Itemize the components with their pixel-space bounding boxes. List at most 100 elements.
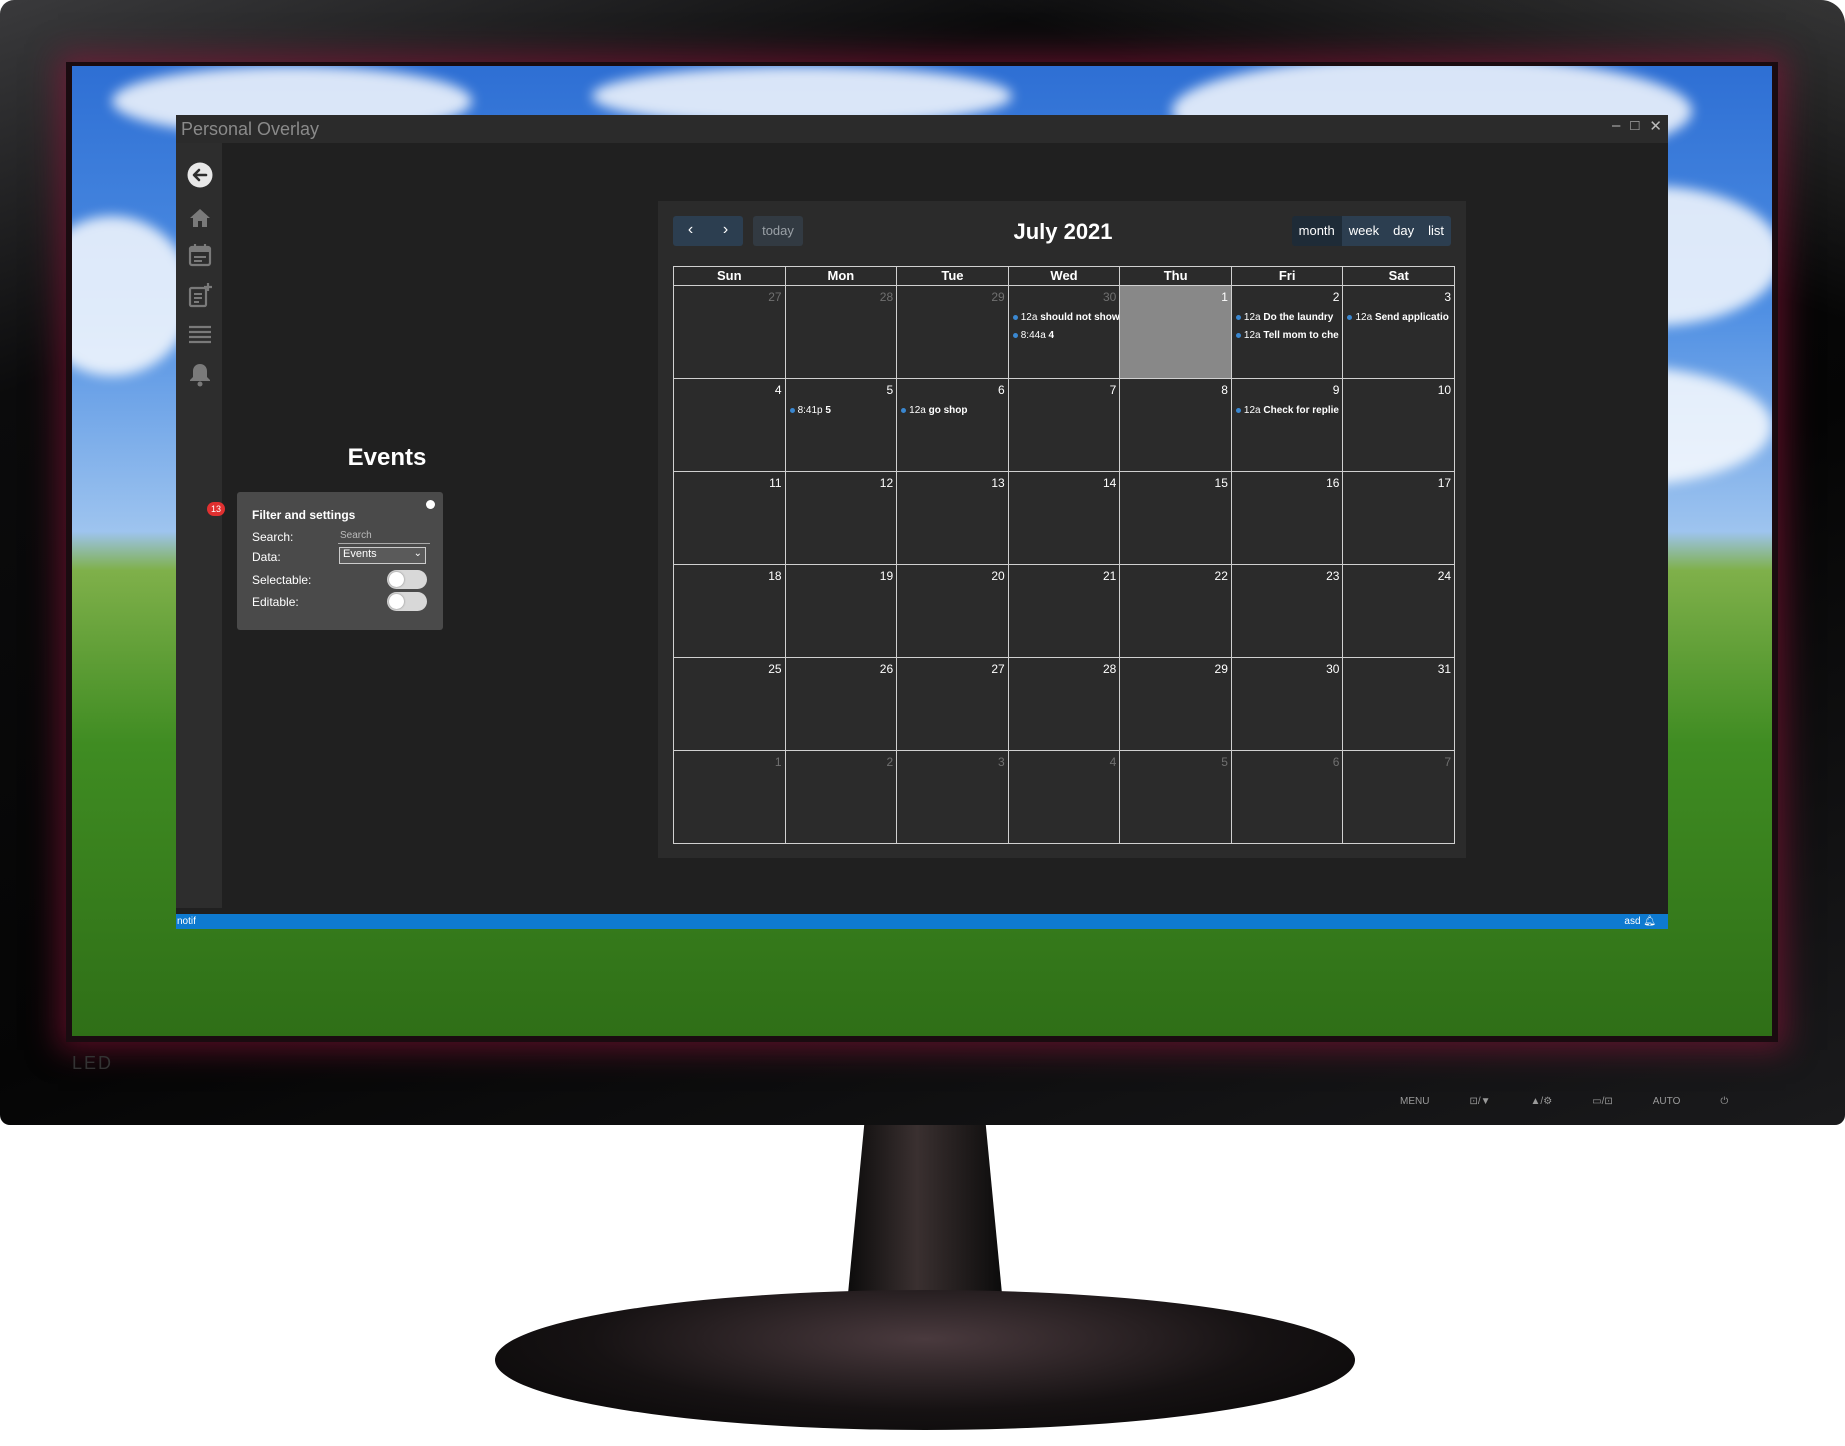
day-cell[interactable]: 27: [897, 658, 1009, 750]
day-number[interactable]: 11: [769, 476, 781, 490]
day-number[interactable]: 9: [1333, 383, 1340, 397]
search-input[interactable]: [338, 528, 430, 544]
back-arrow-icon[interactable]: [187, 162, 213, 188]
prev-month-button[interactable]: ‹: [673, 216, 708, 246]
day-number[interactable]: 17: [1438, 476, 1451, 490]
day-cell[interactable]: 25: [674, 658, 786, 750]
status-notif-text[interactable]: notif: [177, 914, 196, 929]
day-number[interactable]: 12: [880, 476, 893, 490]
day-cell[interactable]: 3 12a Send applicatio: [1343, 286, 1454, 378]
day-cell[interactable]: 31: [1343, 658, 1454, 750]
day-number[interactable]: 19: [880, 569, 893, 583]
day-number[interactable]: 29: [1215, 662, 1228, 676]
day-cell[interactable]: 10: [1343, 379, 1454, 471]
day-cell[interactable]: 29: [897, 286, 1009, 378]
day-cell[interactable]: 22: [1120, 565, 1232, 657]
view-list-button[interactable]: list: [1421, 216, 1451, 246]
day-cell[interactable]: 4: [1009, 751, 1121, 843]
minimize-icon[interactable]: –: [1612, 117, 1620, 135]
day-number[interactable]: 20: [991, 569, 1004, 583]
day-cell[interactable]: 9 12a Check for replie: [1232, 379, 1344, 471]
day-number[interactable]: 24: [1438, 569, 1451, 583]
day-number[interactable]: 5: [1221, 755, 1228, 769]
day-number[interactable]: 31: [1438, 662, 1451, 676]
day-number[interactable]: 7: [1444, 755, 1451, 769]
day-cell[interactable]: 26: [786, 658, 898, 750]
day-cell[interactable]: 7: [1343, 751, 1454, 843]
day-cell[interactable]: 5 8:41p 5: [786, 379, 898, 471]
day-number[interactable]: 2: [1333, 290, 1340, 304]
day-cell-today[interactable]: 1: [1120, 286, 1232, 378]
day-number[interactable]: 4: [775, 383, 782, 397]
day-number[interactable]: 15: [1215, 476, 1228, 490]
day-cell[interactable]: 24: [1343, 565, 1454, 657]
day-number[interactable]: 23: [1326, 569, 1339, 583]
bell-icon[interactable]: 🔔︎: [1643, 916, 1656, 927]
day-cell[interactable]: 19: [786, 565, 898, 657]
view-day-button[interactable]: day: [1386, 216, 1422, 246]
day-cell[interactable]: 5: [1120, 751, 1232, 843]
monitor-brightness-button[interactable]: ▲/⚙: [1531, 1096, 1553, 1107]
monitor-source-button[interactable]: ⊡/▼: [1469, 1096, 1490, 1107]
next-month-button[interactable]: ›: [708, 216, 743, 246]
data-select[interactable]: Events ⌄: [339, 547, 426, 564]
day-number[interactable]: 18: [768, 569, 781, 583]
day-number[interactable]: 10: [1438, 383, 1451, 397]
day-cell[interactable]: 7: [1009, 379, 1121, 471]
notification-bell-icon[interactable]: [187, 361, 213, 387]
close-icon[interactable]: ✕: [1649, 117, 1662, 135]
day-number[interactable]: 13: [991, 476, 1004, 490]
calendar-event[interactable]: 12a Send applicatio: [1347, 310, 1454, 328]
day-cell[interactable]: 3: [897, 751, 1009, 843]
panel-toggle-dot-icon[interactable]: [426, 500, 435, 509]
day-number[interactable]: 3: [1444, 290, 1451, 304]
day-cell[interactable]: 20: [897, 565, 1009, 657]
day-cell[interactable]: 17: [1343, 472, 1454, 564]
day-cell[interactable]: 6: [1232, 751, 1344, 843]
calendar-event[interactable]: 8:41p 5: [789, 403, 897, 421]
day-cell[interactable]: 21: [1009, 565, 1121, 657]
monitor-menu-button[interactable]: MENU: [1400, 1096, 1429, 1107]
day-cell[interactable]: 2 12a Do the laundry 12a Tell mom to che: [1232, 286, 1344, 378]
calendar-event[interactable]: 12a Check for replie: [1235, 403, 1343, 421]
day-cell[interactable]: 15: [1120, 472, 1232, 564]
calendar-event[interactable]: 8:44a 4: [1012, 328, 1120, 346]
calendar-event[interactable]: 12a should not show: [1012, 310, 1119, 328]
day-number[interactable]: 27: [768, 290, 781, 304]
day-cell[interactable]: 2: [786, 751, 898, 843]
day-cell[interactable]: 6 12a go shop: [897, 379, 1009, 471]
day-number[interactable]: 21: [1103, 569, 1116, 583]
day-cell[interactable]: 16: [1232, 472, 1344, 564]
monitor-auto-button[interactable]: AUTO: [1653, 1096, 1681, 1107]
add-note-icon[interactable]: [187, 282, 213, 308]
day-number[interactable]: 1: [1221, 290, 1228, 304]
day-number[interactable]: 14: [1103, 476, 1116, 490]
calendar-event[interactable]: 12a go shop: [901, 403, 1008, 421]
day-number[interactable]: 28: [880, 290, 893, 304]
monitor-ratio-button[interactable]: ▭/⊡: [1592, 1096, 1613, 1107]
day-cell[interactable]: 30: [1232, 658, 1344, 750]
day-number[interactable]: 6: [1333, 755, 1340, 769]
day-number[interactable]: 16: [1326, 476, 1339, 490]
day-number[interactable]: 1: [775, 755, 782, 769]
day-number[interactable]: 29: [991, 290, 1004, 304]
editable-toggle[interactable]: [387, 592, 427, 611]
calendar-event[interactable]: 12a Do the laundry: [1235, 310, 1343, 328]
day-number[interactable]: 2: [886, 755, 893, 769]
day-cell[interactable]: 27: [674, 286, 786, 378]
day-cell[interactable]: 29: [1120, 658, 1232, 750]
day-number[interactable]: 25: [768, 662, 781, 676]
day-cell[interactable]: 12: [786, 472, 898, 564]
calendar-event[interactable]: 12a Tell mom to che: [1235, 328, 1343, 346]
day-number[interactable]: 4: [1110, 755, 1117, 769]
title-bar[interactable]: Personal Overlay – □ ✕: [176, 115, 1668, 143]
day-cell[interactable]: 23: [1232, 565, 1344, 657]
day-number[interactable]: 8: [1221, 383, 1228, 397]
day-cell[interactable]: 18: [674, 565, 786, 657]
view-month-button[interactable]: month: [1291, 216, 1342, 246]
monitor-power-button[interactable]: ⏻: [1720, 1096, 1728, 1107]
day-cell[interactable]: 13: [897, 472, 1009, 564]
list-icon[interactable]: [187, 321, 213, 347]
day-number[interactable]: 22: [1215, 569, 1228, 583]
day-cell[interactable]: 11: [674, 472, 786, 564]
